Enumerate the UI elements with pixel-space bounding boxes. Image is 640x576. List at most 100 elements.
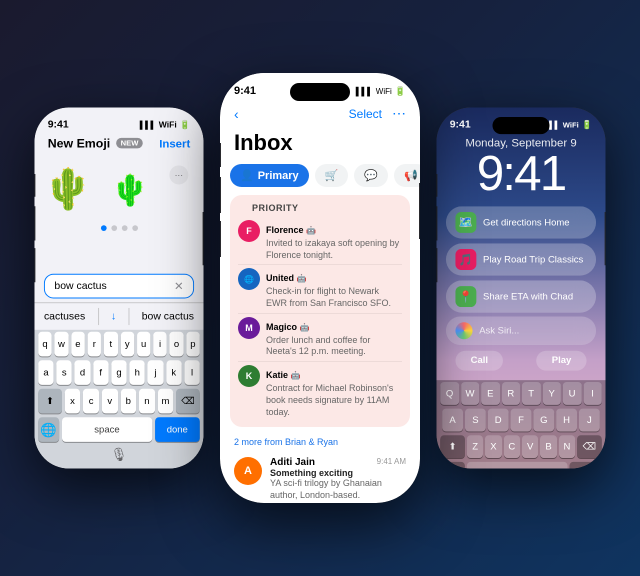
key-n[interactable]: n: [139, 389, 155, 414]
tab-primary[interactable]: 👤 Primary: [230, 164, 309, 187]
lock-key-return[interactable]: return: [569, 462, 601, 469]
suggestion-directions[interactable]: 🗺️ Get directions Home: [446, 206, 596, 238]
key-x[interactable]: x: [65, 389, 81, 414]
emoji-header: New Emoji NEW Insert: [34, 132, 203, 156]
lock-key-n[interactable]: N: [559, 435, 575, 458]
priority-email-united[interactable]: 🌐 United 🤖 Check-in for flight to Newark…: [238, 265, 402, 313]
lock-key-g[interactable]: G: [533, 409, 554, 432]
lock-key-i[interactable]: I: [583, 382, 602, 405]
lock-key-d[interactable]: D: [488, 409, 509, 432]
lock-key-123[interactable]: 123: [440, 462, 465, 469]
lock-key-f[interactable]: F: [511, 409, 532, 432]
lock-key-j[interactable]: J: [579, 409, 600, 432]
aditi-sender: Aditi Jain: [270, 457, 315, 468]
search-clear-button[interactable]: ✕: [174, 279, 184, 292]
lock-key-u[interactable]: U: [563, 382, 582, 405]
keyboard-area: q w e r t y u i o p a s d f g h: [34, 330, 203, 469]
music-icon: 🎵: [455, 249, 476, 270]
lock-key-s[interactable]: S: [465, 409, 486, 432]
lock-key-shift[interactable]: ⬆: [440, 435, 465, 458]
key-t[interactable]: t: [104, 332, 118, 357]
key-k[interactable]: k: [166, 360, 181, 385]
key-m[interactable]: m: [158, 389, 174, 414]
lock-row-3: ⬆ Z X C V B N ⌫: [436, 433, 605, 460]
suggestion-music[interactable]: 🎵 Play Road Trip Classics: [446, 243, 596, 275]
status-icons-left: ▌▌▌ WiFi 🔋: [140, 119, 190, 129]
emoji-more-button[interactable]: ···: [169, 165, 188, 184]
suggestion-eta[interactable]: 📍 Share ETA with Chad: [446, 280, 596, 312]
key-a[interactable]: a: [38, 360, 53, 385]
key-y[interactable]: y: [120, 332, 134, 357]
insert-button[interactable]: Insert: [159, 136, 190, 149]
status-bar-left: 9:41 ▌▌▌ WiFi 🔋: [34, 108, 203, 133]
phone-left: 9:41 ▌▌▌ WiFi 🔋 New Emoji NEW Insert: [34, 108, 203, 469]
key-p[interactable]: p: [186, 332, 200, 357]
priority-email-katie[interactable]: K Katie 🤖 Contract for Michael Robinson'…: [238, 362, 402, 421]
key-s[interactable]: s: [57, 360, 72, 385]
key-u[interactable]: u: [137, 332, 151, 357]
lock-key-r[interactable]: R: [502, 382, 521, 405]
key-space[interactable]: space: [62, 417, 152, 442]
key-w[interactable]: w: [55, 332, 69, 357]
emoji-cactus-1[interactable]: 🌵: [42, 164, 94, 216]
key-j[interactable]: j: [148, 360, 163, 385]
lock-key-space[interactable]: space: [467, 462, 568, 469]
priority-email-magico[interactable]: M Magico 🤖 Order lunch and coffee for Ne…: [238, 314, 402, 362]
autocomplete-word-1[interactable]: cactuses: [44, 311, 85, 322]
aditi-time: 9:41 AM: [377, 457, 406, 468]
signal-icon-left: ▌▌▌: [140, 120, 156, 129]
autocomplete-word-2[interactable]: ↓: [111, 311, 116, 322]
search-bar-area: bow cactus ✕: [34, 270, 203, 302]
key-shift[interactable]: ⬆: [38, 389, 62, 414]
search-input-box[interactable]: bow cactus ✕: [44, 274, 194, 299]
lock-key-x[interactable]: X: [485, 435, 501, 458]
lock-key-delete[interactable]: ⌫: [577, 435, 602, 458]
emoji-cactus-2[interactable]: 🌵: [104, 164, 156, 216]
lock-key-c[interactable]: C: [504, 435, 520, 458]
gmail-nav: ‹ Select ⋯: [220, 99, 420, 130]
mic-icon[interactable]: 🎙: [111, 447, 128, 463]
key-e[interactable]: e: [71, 332, 85, 357]
lock-key-h[interactable]: H: [556, 409, 577, 432]
magico-content: Magico 🤖 Order lunch and coffee for Neet…: [266, 317, 402, 358]
lock-key-a[interactable]: A: [442, 409, 463, 432]
key-q[interactable]: q: [38, 332, 52, 357]
priority-email-florence[interactable]: F Florence 🤖 Invited to izakaya soft ope…: [238, 217, 402, 265]
key-b[interactable]: b: [120, 389, 136, 414]
key-o[interactable]: o: [170, 332, 184, 357]
key-i[interactable]: i: [153, 332, 167, 357]
more-from-link[interactable]: 2 more from Brian & Ryan: [220, 433, 420, 451]
key-c[interactable]: c: [83, 389, 99, 414]
lock-key-t[interactable]: T: [522, 382, 541, 405]
email-aditi[interactable]: A Aditi Jain 9:41 AM Something exciting …: [220, 451, 420, 503]
gmail-back-button[interactable]: ‹: [234, 106, 239, 122]
key-r[interactable]: r: [88, 332, 102, 357]
play-button[interactable]: Play: [537, 351, 587, 371]
lock-key-z[interactable]: Z: [467, 435, 483, 458]
keyboard-row-3: ⬆ x c v b n m ⌫: [34, 387, 203, 416]
gmail-select-button[interactable]: Select: [349, 107, 382, 121]
key-f[interactable]: f: [93, 360, 108, 385]
siri-pill[interactable]: Ask Siri...: [446, 317, 596, 346]
lock-key-v[interactable]: V: [522, 435, 538, 458]
key-emoji[interactable]: 🌐: [38, 417, 59, 442]
key-delete[interactable]: ⌫: [176, 389, 200, 414]
lock-key-y[interactable]: Y: [542, 382, 561, 405]
key-done[interactable]: done: [155, 417, 200, 442]
key-h[interactable]: h: [130, 360, 145, 385]
key-l[interactable]: l: [184, 360, 199, 385]
tab-promotions[interactable]: 📢: [394, 164, 420, 187]
lock-key-b[interactable]: B: [540, 435, 556, 458]
tab-shopping[interactable]: 🛒: [315, 164, 349, 187]
lock-key-w[interactable]: W: [461, 382, 480, 405]
tab-social[interactable]: 💬: [354, 164, 388, 187]
lock-key-q[interactable]: Q: [440, 382, 459, 405]
lock-time: 9:41: [436, 149, 605, 198]
autocomplete-word-3[interactable]: bow cactus: [142, 311, 194, 322]
key-d[interactable]: d: [75, 360, 90, 385]
key-v[interactable]: v: [102, 389, 118, 414]
gmail-more-button[interactable]: ⋯: [392, 105, 406, 122]
key-g[interactable]: g: [111, 360, 126, 385]
call-button[interactable]: Call: [455, 351, 503, 371]
lock-key-e[interactable]: E: [481, 382, 500, 405]
